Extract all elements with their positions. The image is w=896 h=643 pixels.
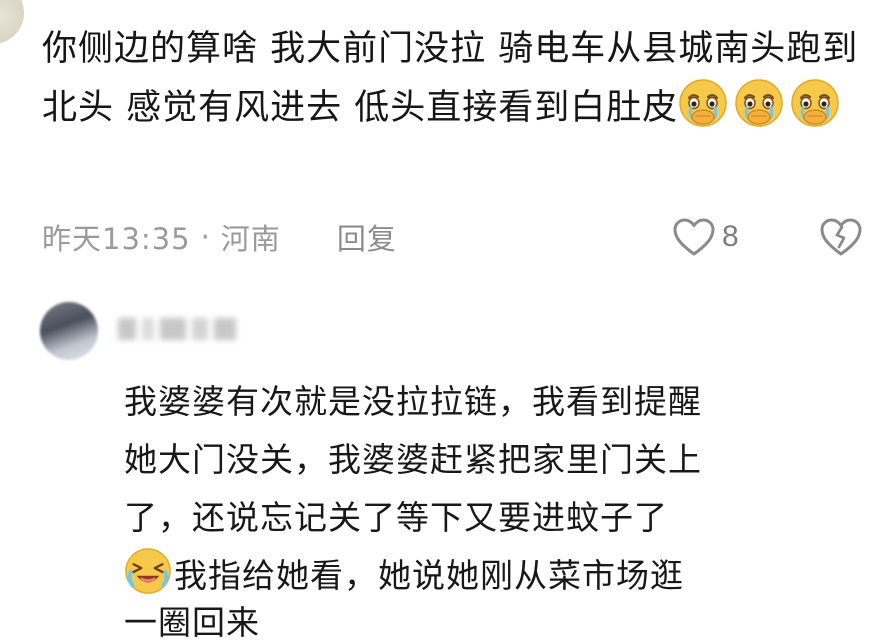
comment-time: 昨天13:35 [42,222,191,256]
emoji-group [678,79,846,128]
reply-line-5-text: 一圈回来 [124,603,260,642]
username-redacted[interactable] [118,314,238,344]
crying-laughing-emoji-icon [125,548,171,594]
crying-face-emoji-icon [679,79,728,127]
reply-line-5-clipped: 一圈回来 [124,603,744,643]
reply-line-4-text: 我指给她看，她说她刚从菜市场逛 [174,556,684,595]
reply-line-4: 我指给她看，她说她刚从菜市场逛 [124,547,864,605]
reply-line-3: 了，还说忘记关了等下又要进蚊子了 [124,498,668,537]
crying-face-emoji-icon [735,79,784,127]
crying-face-emoji-icon [791,79,840,127]
comment-meta: 昨天13:35 · 河南 回复 [42,214,397,260]
reply-line-2: 她大门没关，我婆婆赶紧把家里门关上 [124,440,702,479]
meta-separator: · [200,220,211,254]
reply-button[interactable]: 回复 [337,216,397,258]
heart-icon [673,218,715,256]
dislike-button[interactable] [818,216,864,262]
like-button[interactable]: 8 [672,214,739,260]
reply-comment-body: 我婆婆有次就是没拉拉链，我看到提醒 她大门没关，我婆婆赶紧把家里门关上 了，还说… [124,373,864,605]
comment-location: 河南 [220,222,281,256]
comment-body: 你侧边的算啥 我大前门没拉 骑电车从县城南头跑到北头 感觉有风进去 低头直接看到… [42,20,872,137]
avatar[interactable] [40,302,98,360]
avatar-top-partial[interactable] [0,0,24,44]
broken-heart-icon [820,218,862,256]
like-count: 8 [722,220,739,253]
reply-line-1: 我婆婆有次就是没拉拉链，我看到提醒 [124,382,702,421]
